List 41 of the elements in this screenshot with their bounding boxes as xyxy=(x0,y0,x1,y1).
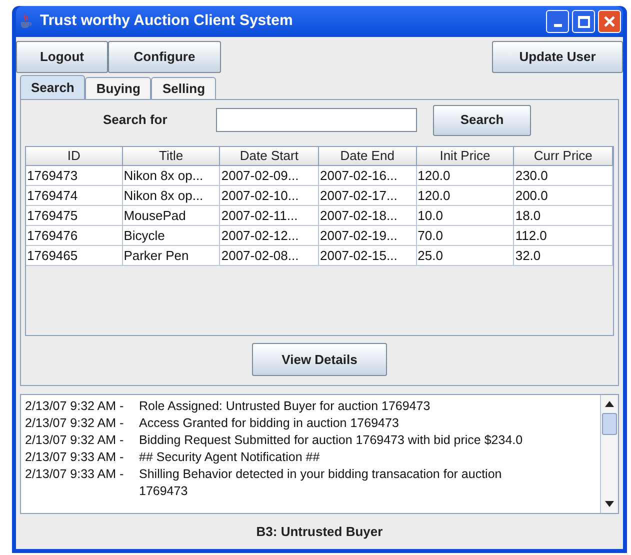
search-button[interactable]: Search xyxy=(433,104,531,136)
column-header[interactable]: Date End xyxy=(319,147,417,166)
log-time: 2/13/07 9:33 AM - xyxy=(25,449,125,466)
logout-button[interactable]: Logout xyxy=(16,41,108,73)
close-icon xyxy=(603,15,616,28)
log-message: Bidding Request Submitted for auction 1769473 with bid price $234.0 xyxy=(139,432,524,449)
minimize-button[interactable] xyxy=(546,10,569,33)
table-cell: Parker Pen xyxy=(122,246,220,266)
status-text: B3: Untrusted Buyer xyxy=(256,522,383,541)
view-details-button[interactable]: View Details xyxy=(252,343,387,376)
tab[interactable]: Buying xyxy=(85,77,152,99)
update-user-button[interactable]: Update User xyxy=(492,41,623,73)
column-header[interactable]: Date Start xyxy=(220,147,319,166)
scroll-thumb[interactable] xyxy=(602,413,617,435)
coffee-cup-icon xyxy=(18,14,34,30)
column-header[interactable]: Title xyxy=(122,147,220,166)
table-cell: 32.0 xyxy=(514,246,613,266)
log-message: Shilling Behavior detected in your bidding transacation for auction 1769473 xyxy=(139,466,503,500)
column-header[interactable]: Init Price xyxy=(416,147,514,166)
search-label: Search for xyxy=(103,111,168,130)
close-button[interactable] xyxy=(598,10,621,33)
window-title: Trust worthy Auction Client System xyxy=(40,11,294,32)
tab[interactable]: Selling xyxy=(151,77,216,99)
column-header[interactable]: Curr Price xyxy=(514,147,613,166)
log-message: Role Assigned: Untrusted Buyer for auction 1769473 xyxy=(139,398,432,415)
log-time: 2/13/07 9:32 AM - xyxy=(25,398,125,415)
tab[interactable]: Search xyxy=(20,75,86,99)
search-field[interactable] xyxy=(216,108,417,132)
log-time: 2/13/07 9:32 AM - xyxy=(25,432,125,449)
maximize-button[interactable] xyxy=(572,10,595,33)
table-cell: 25.0 xyxy=(416,246,514,266)
log-message: ## Security Agent Notification ## xyxy=(139,449,321,466)
table-cell: 2007-02-08... xyxy=(220,246,319,266)
log-time: 2/13/07 9:33 AM - xyxy=(25,466,125,483)
log-message: Access Granted for bidding in auction 1769473 xyxy=(139,415,400,432)
scrollbar[interactable] xyxy=(600,395,618,513)
table-cell: 2007-02-15... xyxy=(319,246,417,266)
log-time: 2/13/07 9:32 AM - xyxy=(25,415,125,432)
configure-button[interactable]: Configure xyxy=(108,41,221,73)
table-cell: 1769465 xyxy=(26,246,123,266)
column-header[interactable]: ID xyxy=(26,147,123,166)
